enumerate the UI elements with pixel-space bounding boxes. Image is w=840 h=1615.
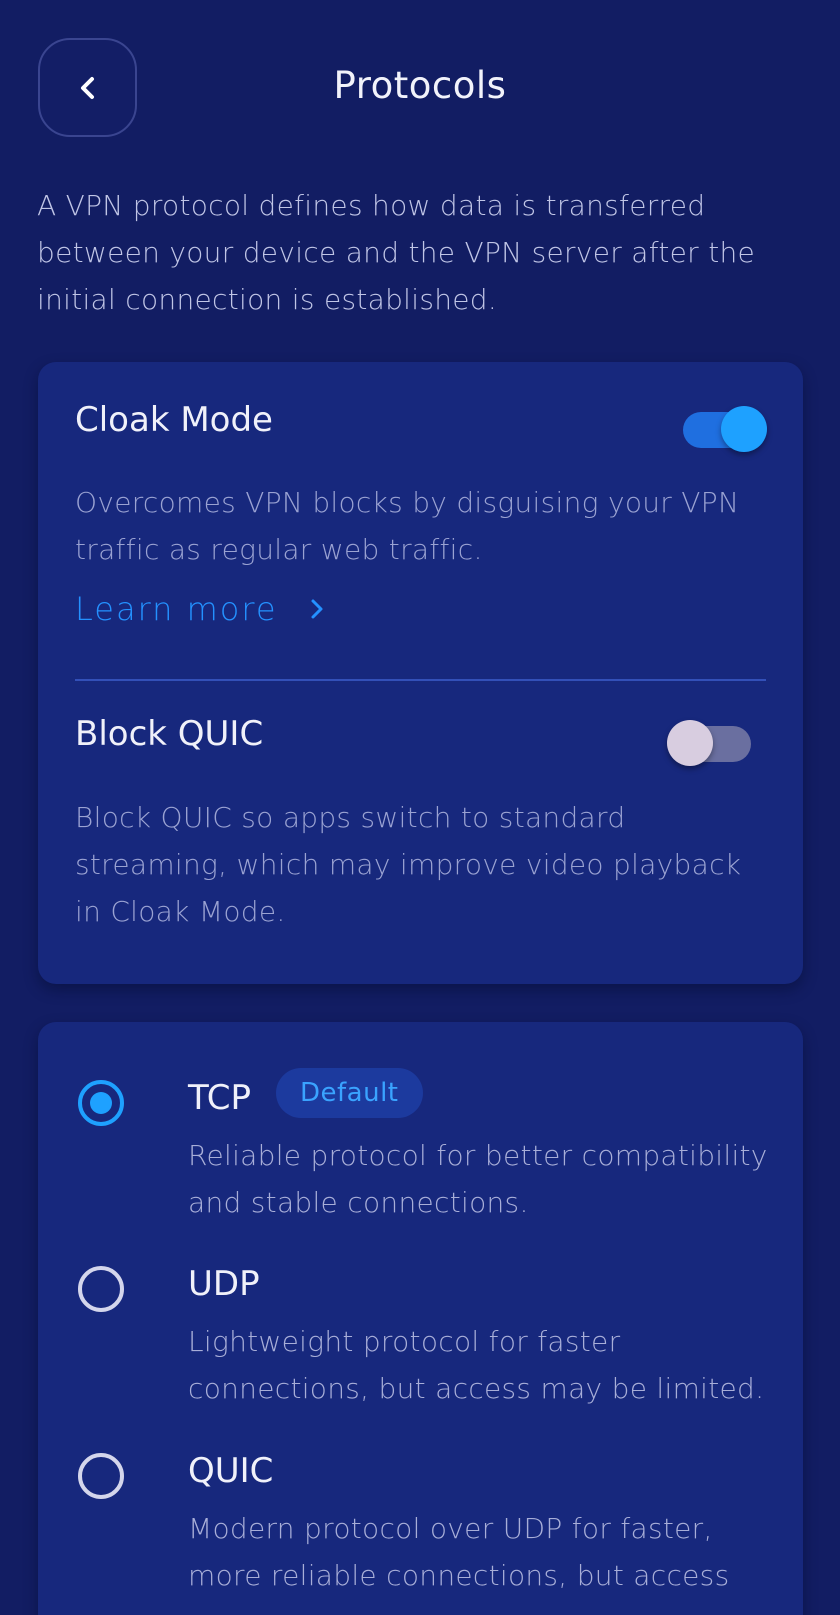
protocol-select-card: TCP Default Reliable protocol for better… <box>38 1022 803 1615</box>
block-quic-description: Block QUIC so apps switch to standard st… <box>75 801 742 928</box>
radio-unselected-icon[interactable] <box>78 1453 124 1499</box>
toggle-knob <box>721 406 767 452</box>
page-title: Protocols <box>333 64 507 107</box>
learn-more-link[interactable]: Learn more <box>75 590 328 628</box>
toggle-knob <box>667 720 713 766</box>
radio-selected-icon[interactable] <box>78 1080 124 1126</box>
cloak-mode-description: Overcomes VPN blocks by disguising your … <box>75 486 740 566</box>
header: Protocols <box>0 0 840 176</box>
cloak-mode-title: Cloak Mode <box>75 400 273 440</box>
protocol-description: Modern protocol over UDP for faster, mor… <box>188 1512 730 1592</box>
protocol-name: QUIC <box>188 1451 274 1491</box>
cloak-settings-card: Cloak Mode Overcomes VPN blocks by disgu… <box>38 362 803 984</box>
block-quic-title: Block QUIC <box>75 714 264 754</box>
protocols-screen: Protocols A VPN protocol defines how dat… <box>0 0 840 1615</box>
intro-text: A VPN protocol defines how data is trans… <box>37 189 756 316</box>
protocol-description: Reliable protocol for better compatibili… <box>188 1139 768 1219</box>
radio-unselected-icon[interactable] <box>78 1266 124 1312</box>
learn-more-label: Learn more <box>75 590 278 628</box>
chevron-right-icon <box>311 599 322 619</box>
protocol-name: UDP <box>188 1264 260 1304</box>
protocol-name: TCP <box>188 1078 252 1118</box>
protocol-description: Lightweight protocol for faster connecti… <box>188 1325 765 1405</box>
default-badge: Default <box>276 1068 423 1118</box>
block-quic-toggle[interactable] <box>667 720 751 766</box>
cloak-mode-toggle[interactable] <box>683 406 767 452</box>
divider <box>75 679 766 681</box>
